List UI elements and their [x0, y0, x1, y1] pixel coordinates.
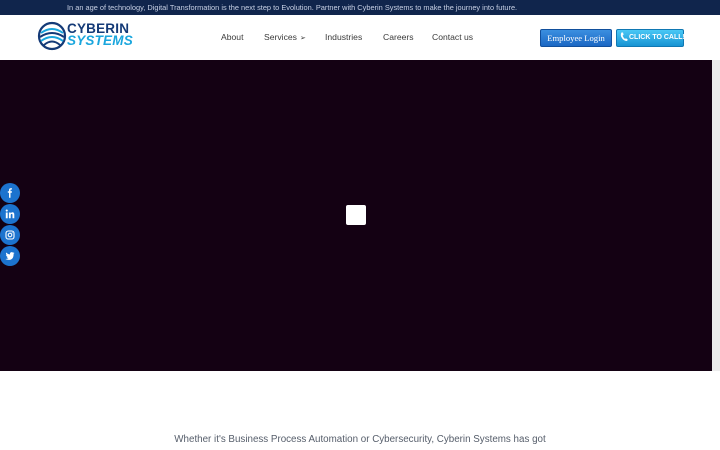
nav-item-services-label: Services — [264, 32, 297, 42]
instagram-button[interactable] — [0, 225, 20, 245]
hero-video-area[interactable] — [0, 60, 712, 371]
top-announcement-bar: In an age of technology, Digital Transfo… — [0, 0, 720, 15]
phone-icon — [620, 32, 628, 42]
twitter-button[interactable] — [0, 246, 20, 266]
facebook-icon — [7, 188, 12, 198]
employee-login-button[interactable]: Employee Login — [540, 29, 612, 47]
intro-tagline: Whether it's Business Process Automation… — [174, 434, 546, 445]
nav-item-careers[interactable]: Careers — [383, 32, 414, 42]
twitter-icon — [5, 252, 15, 260]
site-header: CYBERIN SYSTEMS About Services ➢ Industri… — [0, 15, 720, 60]
facebook-button[interactable] — [0, 183, 20, 203]
nav-item-industries[interactable]: Industries — [325, 32, 362, 42]
click-to-call-label: CLICK TO CALL! — [629, 34, 685, 41]
instagram-icon — [5, 230, 15, 240]
nav-item-about[interactable]: About — [221, 32, 243, 42]
announcement-text: In an age of technology, Digital Transfo… — [67, 3, 518, 12]
linkedin-button[interactable] — [0, 204, 20, 224]
video-play-button[interactable] — [346, 205, 366, 225]
page-scrollbar-track[interactable] — [712, 60, 720, 371]
click-to-call-button[interactable]: CLICK TO CALL! — [616, 29, 685, 47]
nav-item-services[interactable]: Services ➢ — [264, 32, 306, 42]
nav-item-contact[interactable]: Contact us — [432, 32, 473, 42]
submenu-arrow-icon: ➢ — [299, 35, 306, 42]
main-navigation: About Services ➢ Industries Careers Conta… — [0, 32, 720, 46]
linkedin-icon — [5, 209, 15, 219]
